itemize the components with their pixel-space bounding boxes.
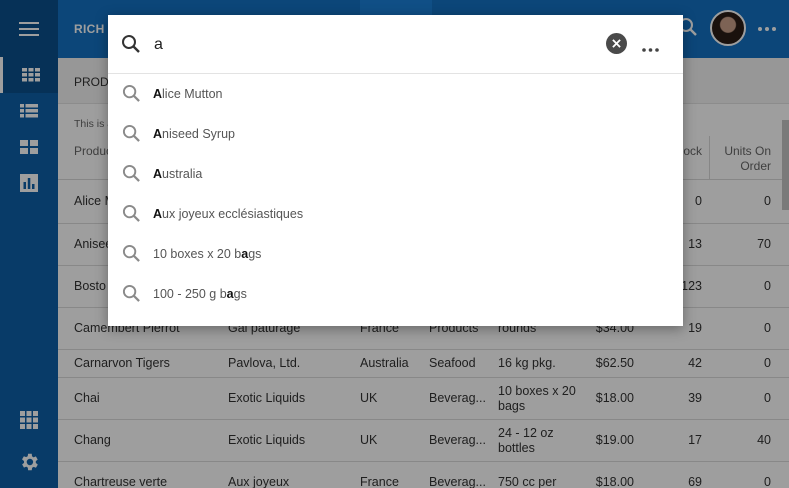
suggestion-item[interactable]: 100 - 250 g bags [108, 275, 683, 315]
search-icon [122, 124, 140, 142]
search-more-button[interactable] [642, 41, 659, 55]
search-icon [122, 164, 140, 182]
more-horizontal-icon [642, 48, 659, 52]
app-window: RICH T PRODU This is a Produc s In ock U… [0, 0, 789, 488]
search-icon [122, 244, 140, 262]
suggestion-item[interactable]: Alice Mutton [108, 75, 683, 115]
suggestion-item[interactable]: Australia [108, 155, 683, 195]
suggestion-item[interactable]: 10 boxes x 20 bags [108, 235, 683, 275]
suggestion-text: Australia [153, 167, 203, 181]
search-icon [122, 284, 140, 302]
search-icon [122, 204, 140, 222]
suggestion-item[interactable]: Aux joyeux ecclésiastiques [108, 195, 683, 235]
search-bar [108, 15, 683, 74]
suggestion-text: 10 boxes x 20 bags [153, 247, 262, 261]
search-input[interactable] [154, 31, 594, 59]
close-circle-icon [612, 39, 621, 48]
suggestion-text: Aniseed Syrup [153, 127, 235, 141]
search-icon [122, 84, 140, 102]
clear-search-button[interactable] [606, 33, 627, 54]
search-popup: Alice Mutton Aniseed Syrup Australia Aux jo… [108, 15, 683, 326]
suggestion-text: Alice Mutton [153, 87, 223, 101]
suggestion-item[interactable]: Aniseed Syrup [108, 115, 683, 155]
search-icon [122, 35, 140, 53]
suggestion-text: Aux joyeux ecclésiastiques [153, 207, 304, 221]
suggestion-text: 100 - 250 g bags [153, 287, 247, 301]
